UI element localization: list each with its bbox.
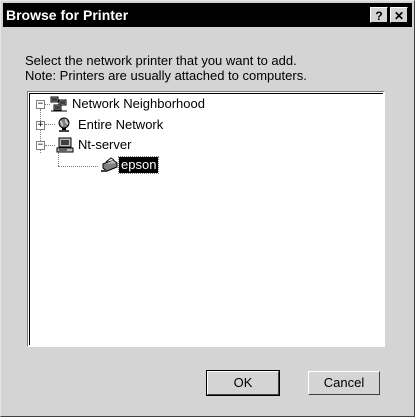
browse-for-printer-dialog: Browse for Printer ? ✕ Select the networ… — [0, 0, 415, 417]
expand-icon[interactable]: + — [36, 121, 45, 130]
ok-button[interactable]: OK — [206, 370, 280, 396]
tree-node-label: Nt-server — [78, 137, 132, 152]
title-bar[interactable]: Browse for Printer ? ✕ — [3, 3, 412, 27]
collapse-icon[interactable]: − — [36, 100, 45, 109]
tree-node-label: epson — [117, 156, 160, 174]
tree-node-nt-server[interactable]: − Nt-server — [30, 137, 230, 153]
tree-node-label: Network Neighborhood — [72, 96, 205, 111]
instruction-line-2: Note: Printers are usually attached to c… — [25, 68, 307, 83]
window-title: Browse for Printer — [6, 7, 129, 23]
cancel-button[interactable]: Cancel — [308, 371, 380, 395]
printer-tree-view[interactable]: − Network Neighborhood + Entire Network … — [27, 91, 385, 347]
help-button[interactable]: ? — [370, 7, 388, 23]
close-button[interactable]: ✕ — [390, 7, 408, 23]
globe-icon — [58, 117, 70, 132]
collapse-icon[interactable]: − — [36, 141, 45, 150]
computer-icon — [56, 137, 74, 153]
instruction-line-1: Select the network printer that you want… — [25, 53, 297, 68]
tree-node-entire-network[interactable]: + Entire Network — [30, 117, 230, 133]
network-neighborhood-icon — [50, 96, 67, 112]
tree-node-epson[interactable]: epson — [30, 156, 230, 174]
printer-icon — [101, 157, 118, 172]
tree-node-network-neighborhood[interactable]: − Network Neighborhood — [30, 96, 230, 112]
tree-node-label: Entire Network — [78, 117, 164, 132]
